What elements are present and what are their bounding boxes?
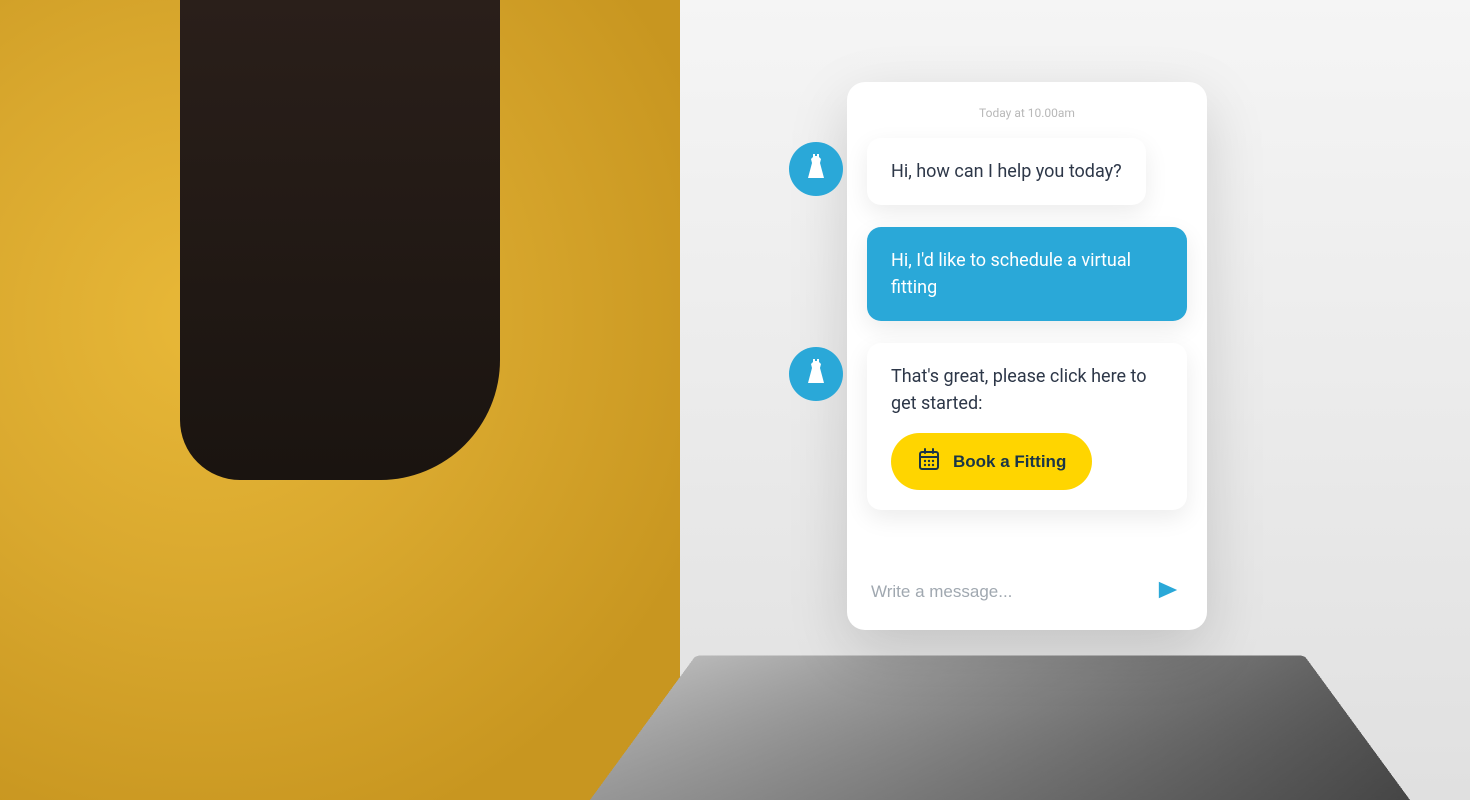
background-photo [0, 0, 1470, 800]
bot-avatar [789, 347, 843, 401]
chat-timestamp: Today at 10.00am [847, 82, 1207, 138]
message-row: Hi, how can I help you today? [789, 138, 1187, 205]
message-row: That's great, please click here to get s… [789, 343, 1187, 510]
bot-message-bubble: Hi, how can I help you today? [867, 138, 1146, 205]
bot-message-bubble: That's great, please click here to get s… [867, 343, 1187, 510]
user-message-bubble: Hi, I'd like to schedule a virtual fitti… [867, 227, 1187, 321]
send-icon [1157, 579, 1179, 604]
cta-label: Book a Fitting [953, 452, 1066, 472]
input-area [847, 552, 1207, 630]
bg-hair [180, 0, 500, 480]
dress-icon [804, 357, 828, 391]
send-button[interactable] [1153, 575, 1183, 608]
message-input[interactable] [871, 582, 1153, 602]
bg-laptop [590, 655, 1410, 800]
chat-widget: Today at 10.00am Hi, how can I help you … [847, 82, 1207, 630]
bot-avatar [789, 142, 843, 196]
calendar-icon [917, 447, 941, 476]
dress-icon [804, 152, 828, 186]
messages-area: Hi, how can I help you today? Hi, I'd li… [847, 138, 1207, 552]
bot-message-text: That's great, please click here to get s… [891, 363, 1163, 417]
book-fitting-button[interactable]: Book a Fitting [891, 433, 1092, 490]
message-row: Hi, I'd like to schedule a virtual fitti… [867, 227, 1187, 321]
